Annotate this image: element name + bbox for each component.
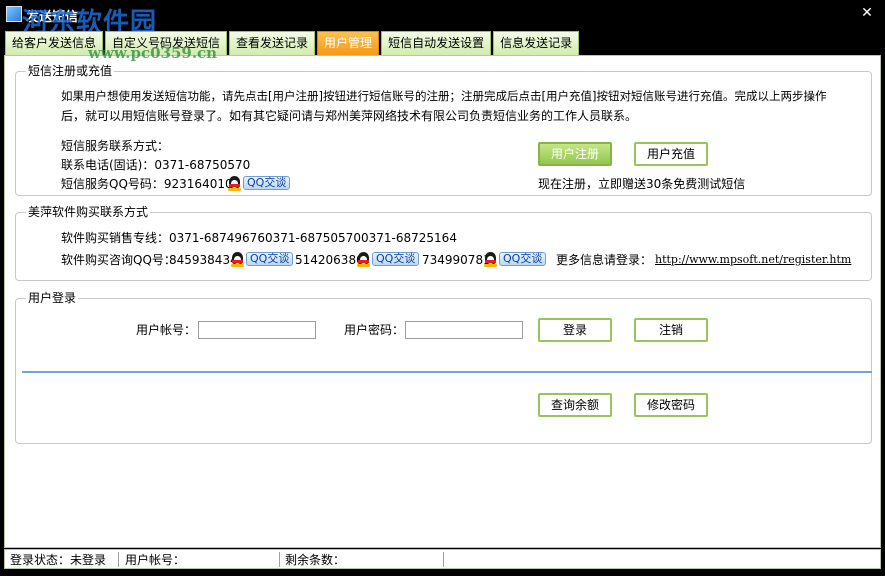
contact-phone: 联系电话(固话)：0371-68750570 bbox=[61, 157, 250, 173]
account-label: 用户帐号： bbox=[136, 322, 196, 338]
qq-chat-link[interactable]: QQ交谈 bbox=[228, 175, 290, 191]
tab-auto-send-settings[interactable]: 短信自动发送设置 bbox=[381, 31, 491, 55]
app-icon bbox=[6, 6, 22, 22]
user-management-panel: 短信注册或充值 如果用户想使用发送短信功能，请先点击[用户注册]按钮进行短信账号… bbox=[4, 55, 881, 548]
qq-penguin-icon bbox=[484, 252, 497, 267]
register-description-line1: 如果用户想使用发送短信功能，请先点击[用户注册]按钮进行短信账号的注册；注册完成… bbox=[61, 88, 826, 104]
contact-heading: 短信服务联系方式： bbox=[61, 138, 169, 154]
register-button[interactable]: 用户注册 bbox=[538, 142, 612, 166]
status-login-state: 登录状态：未登录 bbox=[10, 552, 106, 568]
contact-qq: 短信服务QQ号码：923164010 bbox=[61, 176, 233, 192]
more-info-label: 更多信息请登录： bbox=[556, 252, 652, 268]
purchase-qq-chat-2[interactable]: QQ交谈 bbox=[357, 251, 419, 267]
qq-penguin-icon bbox=[231, 252, 244, 267]
password-input[interactable] bbox=[405, 321, 523, 339]
register-group: 短信注册或充值 如果用户想使用发送短信功能，请先点击[用户注册]按钮进行短信账号… bbox=[15, 71, 872, 196]
logout-button[interactable]: 注销 bbox=[634, 318, 708, 342]
login-group-title: 用户登录 bbox=[26, 291, 78, 305]
register-promo: 现在注册，立即赠送30条免费测试短信 bbox=[538, 176, 745, 192]
status-separator bbox=[279, 552, 280, 567]
qq-chat-label: QQ交谈 bbox=[372, 252, 419, 266]
register-description-line2: 后，就可以用短信账号登录了。如有其它疑问请与郑州美萍网络技术有限公司负责短信业务… bbox=[61, 108, 637, 124]
qq-chat-label: QQ交谈 bbox=[499, 252, 546, 266]
qq-chat-label: QQ交谈 bbox=[243, 176, 290, 190]
hotline-number-3: 0371-68725164 bbox=[361, 230, 457, 246]
status-remaining: 剩余条数： bbox=[285, 552, 345, 568]
register-group-title: 短信注册或充值 bbox=[26, 64, 114, 78]
purchase-qq-chat-1[interactable]: QQ交谈 bbox=[231, 251, 293, 267]
login-divider bbox=[22, 371, 872, 373]
purchase-qq-chat-3[interactable]: QQ交谈 bbox=[484, 251, 546, 267]
hotline-number-2: 0371-68750570 bbox=[265, 230, 361, 246]
purchase-group: 美萍软件购买联系方式 软件购买销售专线： 0371-68749676 0371-… bbox=[15, 212, 872, 281]
close-icon[interactable]: ✕ bbox=[859, 5, 875, 21]
qq-penguin-icon bbox=[228, 176, 241, 191]
hotline-number-1: 0371-68749676 bbox=[169, 230, 265, 246]
purchase-qq-number-2: 514206380 bbox=[295, 252, 364, 268]
status-separator bbox=[443, 552, 444, 567]
tab-user-management[interactable]: 用户管理 bbox=[317, 31, 379, 55]
purchase-group-title: 美萍软件购买联系方式 bbox=[26, 205, 150, 219]
purchase-qq-number-3: 734990781 bbox=[422, 252, 491, 268]
watermark-url: www.pc0359.cn bbox=[88, 44, 217, 62]
hotline-label: 软件购买销售专线： bbox=[61, 230, 169, 246]
main-window: 发送短信 河东软件园 ✕ 给客户发送信息 自定义号码发送短信 查看发送记录 用户… bbox=[0, 0, 885, 576]
title-bar[interactable]: 发送短信 河东软件园 ✕ bbox=[0, 0, 885, 28]
query-balance-button[interactable]: 查询余额 bbox=[538, 393, 612, 417]
tab-message-send-log[interactable]: 信息发送记录 bbox=[493, 31, 579, 55]
qq-chat-label: QQ交谈 bbox=[246, 252, 293, 266]
purchase-qq-label: 软件购买咨询QQ号： bbox=[61, 252, 176, 268]
purchase-qq-number-1: 845938434 bbox=[169, 252, 238, 268]
account-input[interactable] bbox=[198, 321, 316, 339]
qq-penguin-icon bbox=[357, 252, 370, 267]
password-label: 用户密码： bbox=[344, 322, 404, 338]
recharge-button[interactable]: 用户充值 bbox=[634, 142, 708, 166]
status-separator bbox=[118, 552, 119, 567]
status-bar: 登录状态：未登录 用户帐号： 剩余条数： bbox=[4, 549, 881, 569]
login-button[interactable]: 登录 bbox=[538, 318, 612, 342]
register-url-link[interactable]: http://www.mpsoft.net/register.htm bbox=[655, 253, 851, 266]
tab-view-send-records[interactable]: 查看发送记录 bbox=[229, 31, 315, 55]
status-account: 用户帐号： bbox=[125, 552, 185, 568]
change-password-button[interactable]: 修改密码 bbox=[634, 393, 708, 417]
